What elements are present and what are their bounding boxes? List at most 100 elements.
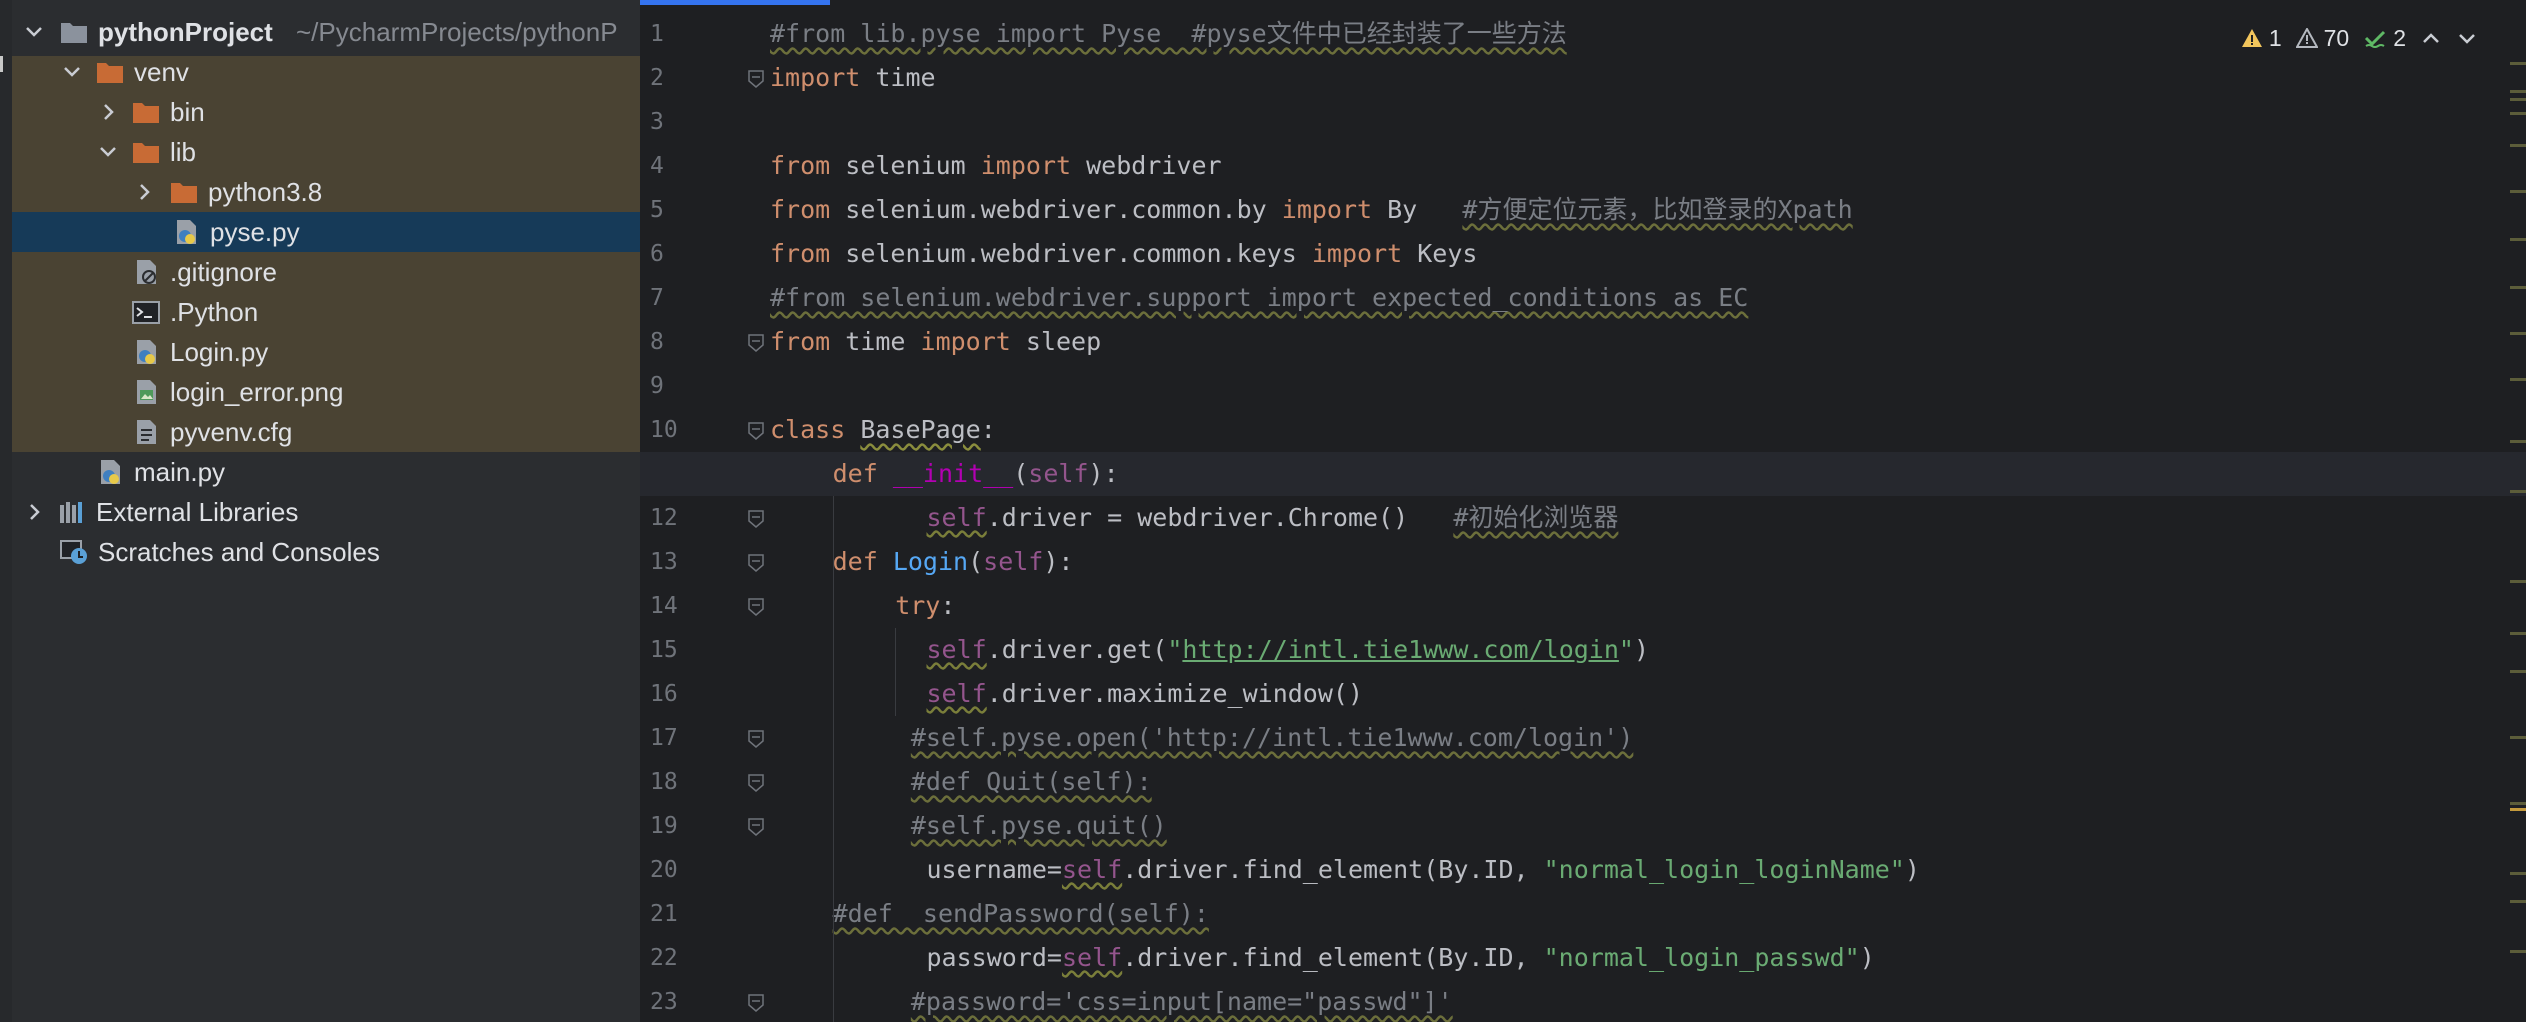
folder-icon [132,139,160,165]
tree-row-label: .Python [170,297,259,327]
code-line[interactable]: password=self.driver.find_element(By.ID,… [640,936,2526,980]
code-line-text: #from selenium.webdriver.support import … [770,283,1749,312]
error-stripe-mark[interactable] [2510,900,2526,903]
error-stripe-mark[interactable] [2510,190,2526,193]
code-line-text: from selenium import webdriver [770,151,1222,180]
folder-icon [60,19,88,45]
project-tool-window: pythonProject ~/PycharmProjects/pythonP ve… [12,0,640,1022]
python-file-icon [172,219,200,245]
tree-row-pythonproject[interactable]: pythonProject ~/PycharmProjects/pythonP [12,12,640,52]
tree-row-label: Login.py [170,337,269,367]
tree-row-python38[interactable]: python3.8 [12,172,640,212]
error-stripe-mark[interactable] [2510,950,2526,953]
code-area[interactable]: #from lib.pyse import Pyse #pyse文件中已经封装了… [640,0,2526,1022]
code-line[interactable]: from selenium.webdriver.common.by import… [640,188,2526,232]
folder-icon [96,59,124,85]
error-stripe-mark[interactable] [2510,98,2526,101]
code-line[interactable]: from selenium import webdriver [640,144,2526,188]
indent-guide [895,628,897,716]
code-line[interactable]: #def sendPassword(self): [640,892,2526,936]
chevron-down-icon[interactable] [60,52,84,92]
error-stripe-mark[interactable] [2510,580,2526,583]
code-line[interactable]: from selenium.webdriver.common.keys impo… [640,232,2526,276]
tree-row-gitignore[interactable]: .gitignore [12,252,640,292]
tree-row-label: main.py [134,457,226,487]
error-stripe-mark[interactable] [2510,238,2526,241]
tree-row-label: bin [170,97,205,127]
code-line[interactable]: self.driver = webdriver.Chrome() #初始化浏览器 [640,496,2526,540]
code-line-text: username=self.driver.find_element(By.ID,… [926,855,1920,884]
error-stripe-mark[interactable] [2510,144,2526,147]
error-stripe-mark[interactable] [2510,112,2526,115]
code-line[interactable]: #def Quit(self): [640,760,2526,804]
chevron-right-icon[interactable] [96,92,120,132]
tree-row-venv[interactable]: venv [12,52,640,92]
chevron-down-icon[interactable] [96,132,120,172]
error-stripe-mark[interactable] [2510,490,2526,493]
chevron-down-icon[interactable] [22,12,46,52]
tree-row-label: External Libraries [96,497,299,527]
ignore-file-icon [132,259,160,285]
tool-window-marker [0,56,3,72]
code-line[interactable]: def Login(self): [640,540,2526,584]
error-stripe[interactable] [2506,60,2526,1022]
error-stripe-mark[interactable] [2510,736,2526,739]
code-line-text: import time [770,63,936,92]
code-line[interactable]: #self.pyse.quit() [640,804,2526,848]
next-highlight-icon[interactable] [2456,28,2478,48]
code-line-text: #self.pyse.quit() [910,811,1167,840]
code-editor[interactable]: 1234567891011121314151617181920212223 #f… [640,0,2526,1022]
tree-row-bin[interactable]: bin [12,92,640,132]
chevron-right-icon[interactable] [132,172,156,212]
code-line[interactable]: #self.pyse.open('http://intl.tie1www.com… [640,716,2526,760]
error-stripe-mark[interactable] [2510,872,2526,875]
code-line-text: #def sendPassword(self): [832,899,1209,928]
tree-row-pyse-py[interactable]: pyse.py [12,212,640,252]
error-stripe-mark[interactable] [2510,670,2526,673]
code-line[interactable]: import time [640,56,2526,100]
code-line[interactable]: #from selenium.webdriver.support import … [640,276,2526,320]
code-line[interactable]: username=self.driver.find_element(By.ID,… [640,848,2526,892]
code-line[interactable]: def __init__(self): [640,452,2526,496]
typos-indicator[interactable]: 2 [2363,25,2406,52]
code-line-text: from selenium.webdriver.common.keys impo… [770,239,1478,268]
chevron-right-icon[interactable] [22,492,46,532]
error-stripe-mark[interactable] [2510,440,2526,443]
weak-warning-icon [2295,28,2318,48]
error-stripe-mark[interactable] [2510,378,2526,381]
code-line[interactable]: #password='css=input[name="passwd"]' [640,980,2526,1022]
code-line[interactable]: from time import sleep [640,320,2526,364]
tree-row-label: pythonProject [98,17,273,47]
error-stripe-mark[interactable] [2510,90,2526,93]
error-stripe-mark[interactable] [2510,332,2526,335]
error-stripe-mark[interactable] [2510,632,2526,635]
tree-row-dot-python[interactable]: .Python [12,292,640,332]
code-line-text: from selenium.webdriver.common.by import… [770,195,1853,224]
error-stripe-mark[interactable] [2510,62,2526,65]
inspection-widget[interactable]: 1 70 2 [2241,20,2478,56]
error-stripe-mark[interactable] [2510,286,2526,289]
code-line[interactable] [640,364,2526,408]
previous-highlight-icon[interactable] [2420,28,2442,48]
code-line[interactable] [640,100,2526,144]
code-line[interactable]: class BasePage: [640,408,2526,452]
error-stripe-mark[interactable] [2510,802,2526,805]
code-line[interactable]: self.driver.maximize_window() [640,672,2526,716]
tree-row-pyvenv-cfg[interactable]: pyvenv.cfg [12,412,640,452]
tree-row-login-py[interactable]: Login.py [12,332,640,372]
code-line[interactable]: try: [640,584,2526,628]
tree-row-external-libraries[interactable]: External Libraries [12,492,640,532]
tree-row-login-error-png[interactable]: login_error.png [12,372,640,412]
code-line-text: password=self.driver.find_element(By.ID,… [926,943,1875,972]
tree-row-lib[interactable]: lib [12,132,640,172]
error-stripe-mark[interactable] [2510,808,2526,811]
check-icon [2365,30,2386,48]
executable-icon [132,299,160,325]
code-line[interactable]: self.driver.get("http://intl.tie1www.com… [640,628,2526,672]
tree-row-main-py[interactable]: main.py [12,452,640,492]
code-line-text: #self.pyse.open('http://intl.tie1www.com… [910,723,1634,752]
tree-row-scratches-and-consoles[interactable]: Scratches and Consoles [12,532,640,572]
weak-warnings-indicator[interactable]: 70 [2295,25,2349,52]
folder-icon [132,99,160,125]
warnings-indicator[interactable]: 1 [2241,25,2282,52]
